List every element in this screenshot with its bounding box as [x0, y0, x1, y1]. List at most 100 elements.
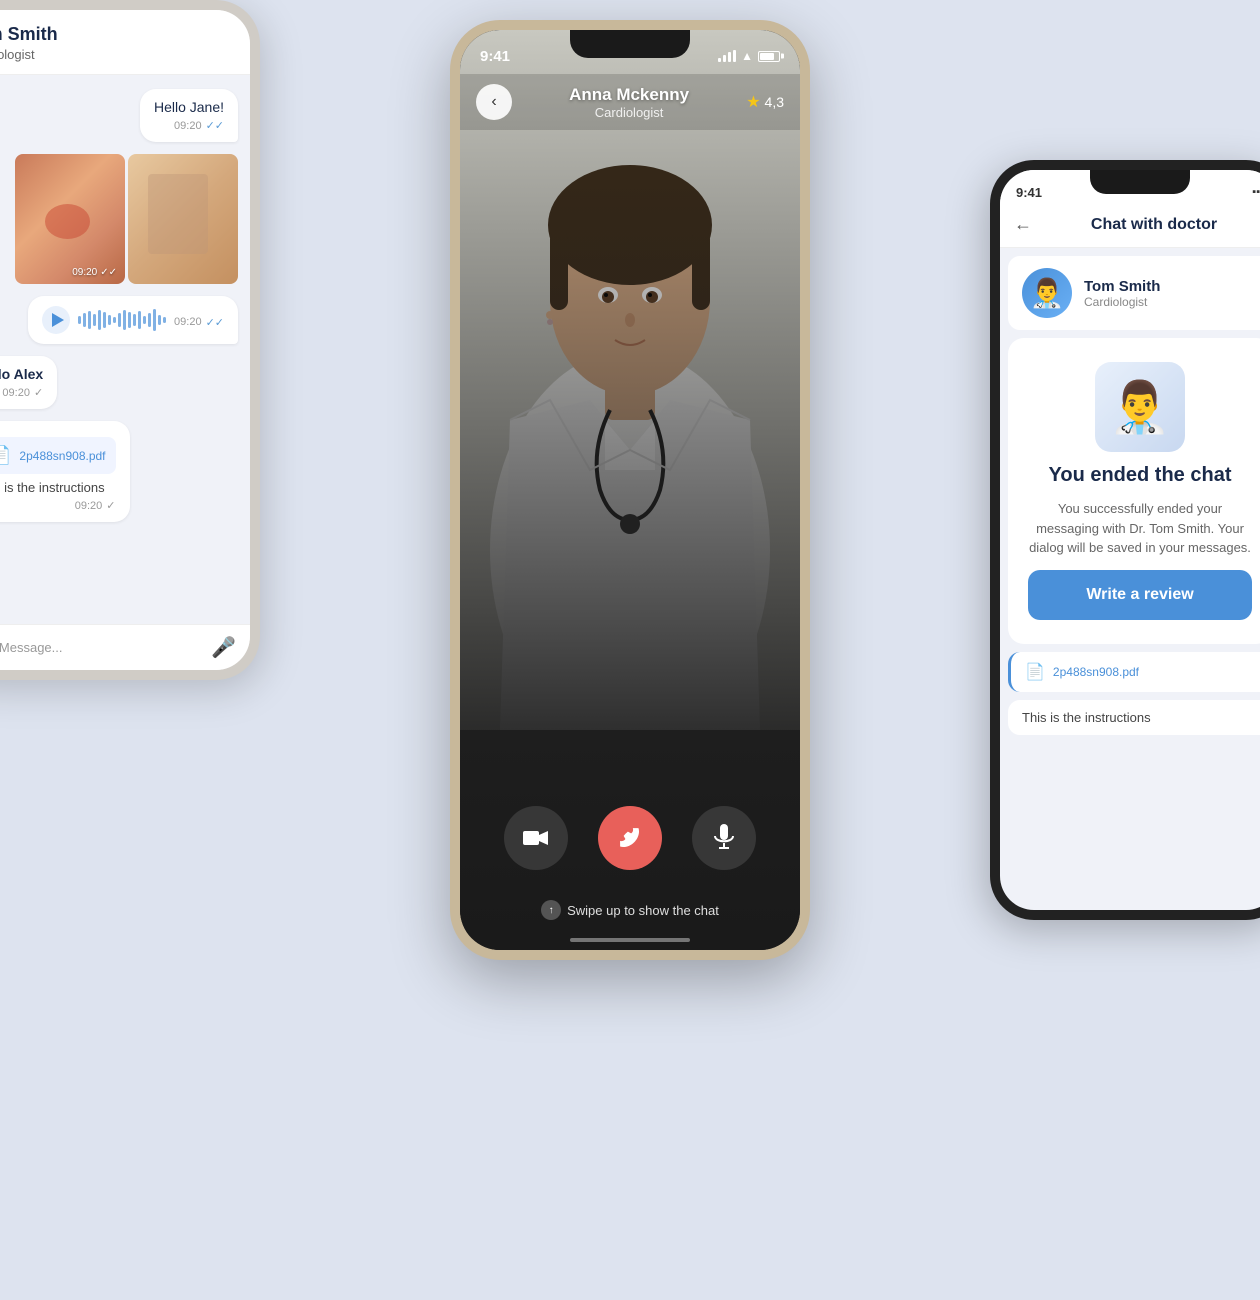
message-time: 09:20: [174, 120, 202, 132]
audio-check: ✓✓: [206, 316, 224, 329]
audio-time: 09:20: [174, 316, 202, 328]
right-status-icons: ▪▪▪: [1252, 186, 1260, 198]
star-icon: ★: [746, 92, 760, 112]
video-button[interactable]: [504, 806, 568, 870]
ended-chat-card: You ended the chat You successfully ende…: [1008, 338, 1260, 644]
end-call-button[interactable]: [598, 806, 662, 870]
image-attachment-1: 09:20 ✓✓: [15, 154, 125, 284]
left-phone: Tom Smith Cardiologist Hello Jane! 09:20…: [0, 0, 260, 680]
waveform-bar: [143, 316, 146, 324]
waveform-bar: [113, 317, 116, 323]
left-phone-header: Tom Smith Cardiologist: [0, 10, 250, 75]
swipe-hint: ↑ Swipe up to show the chat: [460, 900, 800, 920]
waveform-bar: [128, 312, 131, 328]
audio-waveform: [78, 308, 166, 332]
waveform-bar: [163, 317, 166, 323]
mute-button[interactable]: [692, 806, 756, 870]
play-button[interactable]: [42, 306, 70, 334]
home-indicator: [570, 938, 690, 942]
audio-message: 09:20 ✓✓: [28, 296, 238, 344]
message-input-area: 📎 Message... 🎤: [0, 624, 250, 670]
audio-meta: 09:20 ✓✓: [174, 316, 224, 329]
waveform-bar: [148, 313, 151, 327]
waveform-bar: [118, 313, 121, 327]
pdf-check: ✓: [106, 499, 115, 512]
right-status-bar: 9:41 ▪▪▪: [1000, 170, 1260, 208]
right-signal-icon: ▪▪▪: [1252, 186, 1260, 198]
chat-area: Hello Jane! 09:20 ✓✓ 09:20 ✓✓: [0, 75, 250, 624]
signal-icon: [718, 50, 736, 62]
waveform-bar: [158, 315, 161, 325]
image-check: ✓✓: [100, 267, 117, 278]
left-doctor-name: Tom Smith: [0, 24, 234, 45]
status-time: 9:41: [480, 48, 510, 65]
image-time: 09:20: [72, 267, 97, 278]
call-doctor-name: Anna Mckenny: [512, 85, 746, 105]
check-icon: ✓✓: [206, 119, 224, 132]
call-header-info: Anna Mckenny Cardiologist: [512, 85, 746, 120]
left-message-time: 09:20: [2, 387, 30, 399]
battery-icon: [758, 51, 780, 62]
right-instructions-text: This is the instructions: [1022, 710, 1151, 725]
status-icons: ▲: [718, 49, 780, 63]
image-meta: 09:20 ✓✓: [72, 267, 117, 278]
right-doctor-title: Cardiologist: [1084, 295, 1160, 309]
left-doctor-title: Cardiologist: [0, 47, 234, 62]
back-button[interactable]: ‹: [476, 84, 512, 120]
status-bar: 9:41 ▲: [460, 30, 800, 74]
waveform-bar: [133, 314, 136, 326]
signal-bar: [728, 52, 731, 62]
call-doctor-title: Cardiologist: [512, 105, 746, 120]
write-review-button[interactable]: Write a review: [1028, 570, 1252, 620]
message-text: Hello Jane!: [154, 99, 224, 115]
battery-fill: [760, 53, 774, 60]
right-doctor-name: Tom Smith: [1084, 278, 1160, 295]
call-header: ‹ Anna Mckenny Cardiologist ★ 4,3: [460, 74, 800, 130]
right-status-time: 9:41: [1016, 185, 1042, 200]
waveform-bar: [78, 316, 81, 324]
doctor-mini-info: Tom Smith Cardiologist: [1084, 278, 1160, 309]
signal-bar: [733, 50, 736, 62]
message-bubble-hello-alex: Hello Alex 09:20 ✓: [0, 356, 57, 409]
pdf-message-bubble: 📄 2p488sn908.pdf This is the instruction…: [0, 421, 130, 522]
right-pdf-attachment: 📄 2p488sn908.pdf: [1008, 652, 1260, 692]
play-icon: [52, 313, 64, 327]
end-call-icon: [616, 824, 644, 852]
doctor-avatar-small: [1022, 268, 1072, 318]
pdf-filename: 2p488sn908.pdf: [19, 449, 105, 463]
message-images: 09:20 ✓✓: [15, 154, 238, 284]
right-pdf-icon: 📄: [1025, 662, 1045, 682]
call-controls: [460, 806, 800, 870]
swipe-up-icon: ↑: [541, 900, 561, 920]
doctor-avatar-large: [1095, 362, 1185, 452]
waveform-bar: [93, 314, 96, 326]
left-message-text: Hello Alex: [0, 366, 43, 382]
center-phone: 9:41 ▲: [450, 20, 810, 960]
waveform-bar: [83, 313, 86, 327]
waveform-bar: [138, 311, 141, 329]
right-phone: 9:41 ▪▪▪ ← Chat with doctor Tom Smith Ca…: [990, 160, 1260, 920]
wifi-icon: ▲: [741, 49, 753, 63]
pdf-attachment: 📄 2p488sn908.pdf: [0, 437, 116, 474]
waveform-bar: [98, 310, 101, 330]
right-pdf-filename: 2p488sn908.pdf: [1053, 665, 1139, 679]
signal-bar: [718, 58, 721, 62]
right-back-button[interactable]: ←: [1014, 214, 1032, 235]
video-icon: [523, 828, 549, 848]
waveform-bar: [88, 311, 91, 329]
right-instructions: This is the instructions: [1008, 700, 1260, 735]
waveform-bar: [123, 310, 126, 330]
right-header-title: Chat with doctor: [1042, 216, 1260, 234]
microphone-icon[interactable]: 🎤: [211, 635, 236, 660]
pdf-icon: 📄: [0, 445, 11, 466]
left-message-meta: 09:20 ✓: [0, 386, 43, 399]
waveform-bar: [153, 309, 156, 331]
left-check: ✓: [34, 386, 43, 399]
pdf-meta: 09:20 ✓: [0, 499, 116, 512]
rating-value: 4,3: [765, 94, 784, 110]
message-input-placeholder[interactable]: Message...: [0, 640, 201, 655]
signal-bar: [723, 55, 726, 62]
right-phone-content: 9:41 ▪▪▪ ← Chat with doctor Tom Smith Ca…: [1000, 170, 1260, 910]
waveform-bar: [108, 315, 111, 325]
waveform-bar: [103, 312, 106, 328]
